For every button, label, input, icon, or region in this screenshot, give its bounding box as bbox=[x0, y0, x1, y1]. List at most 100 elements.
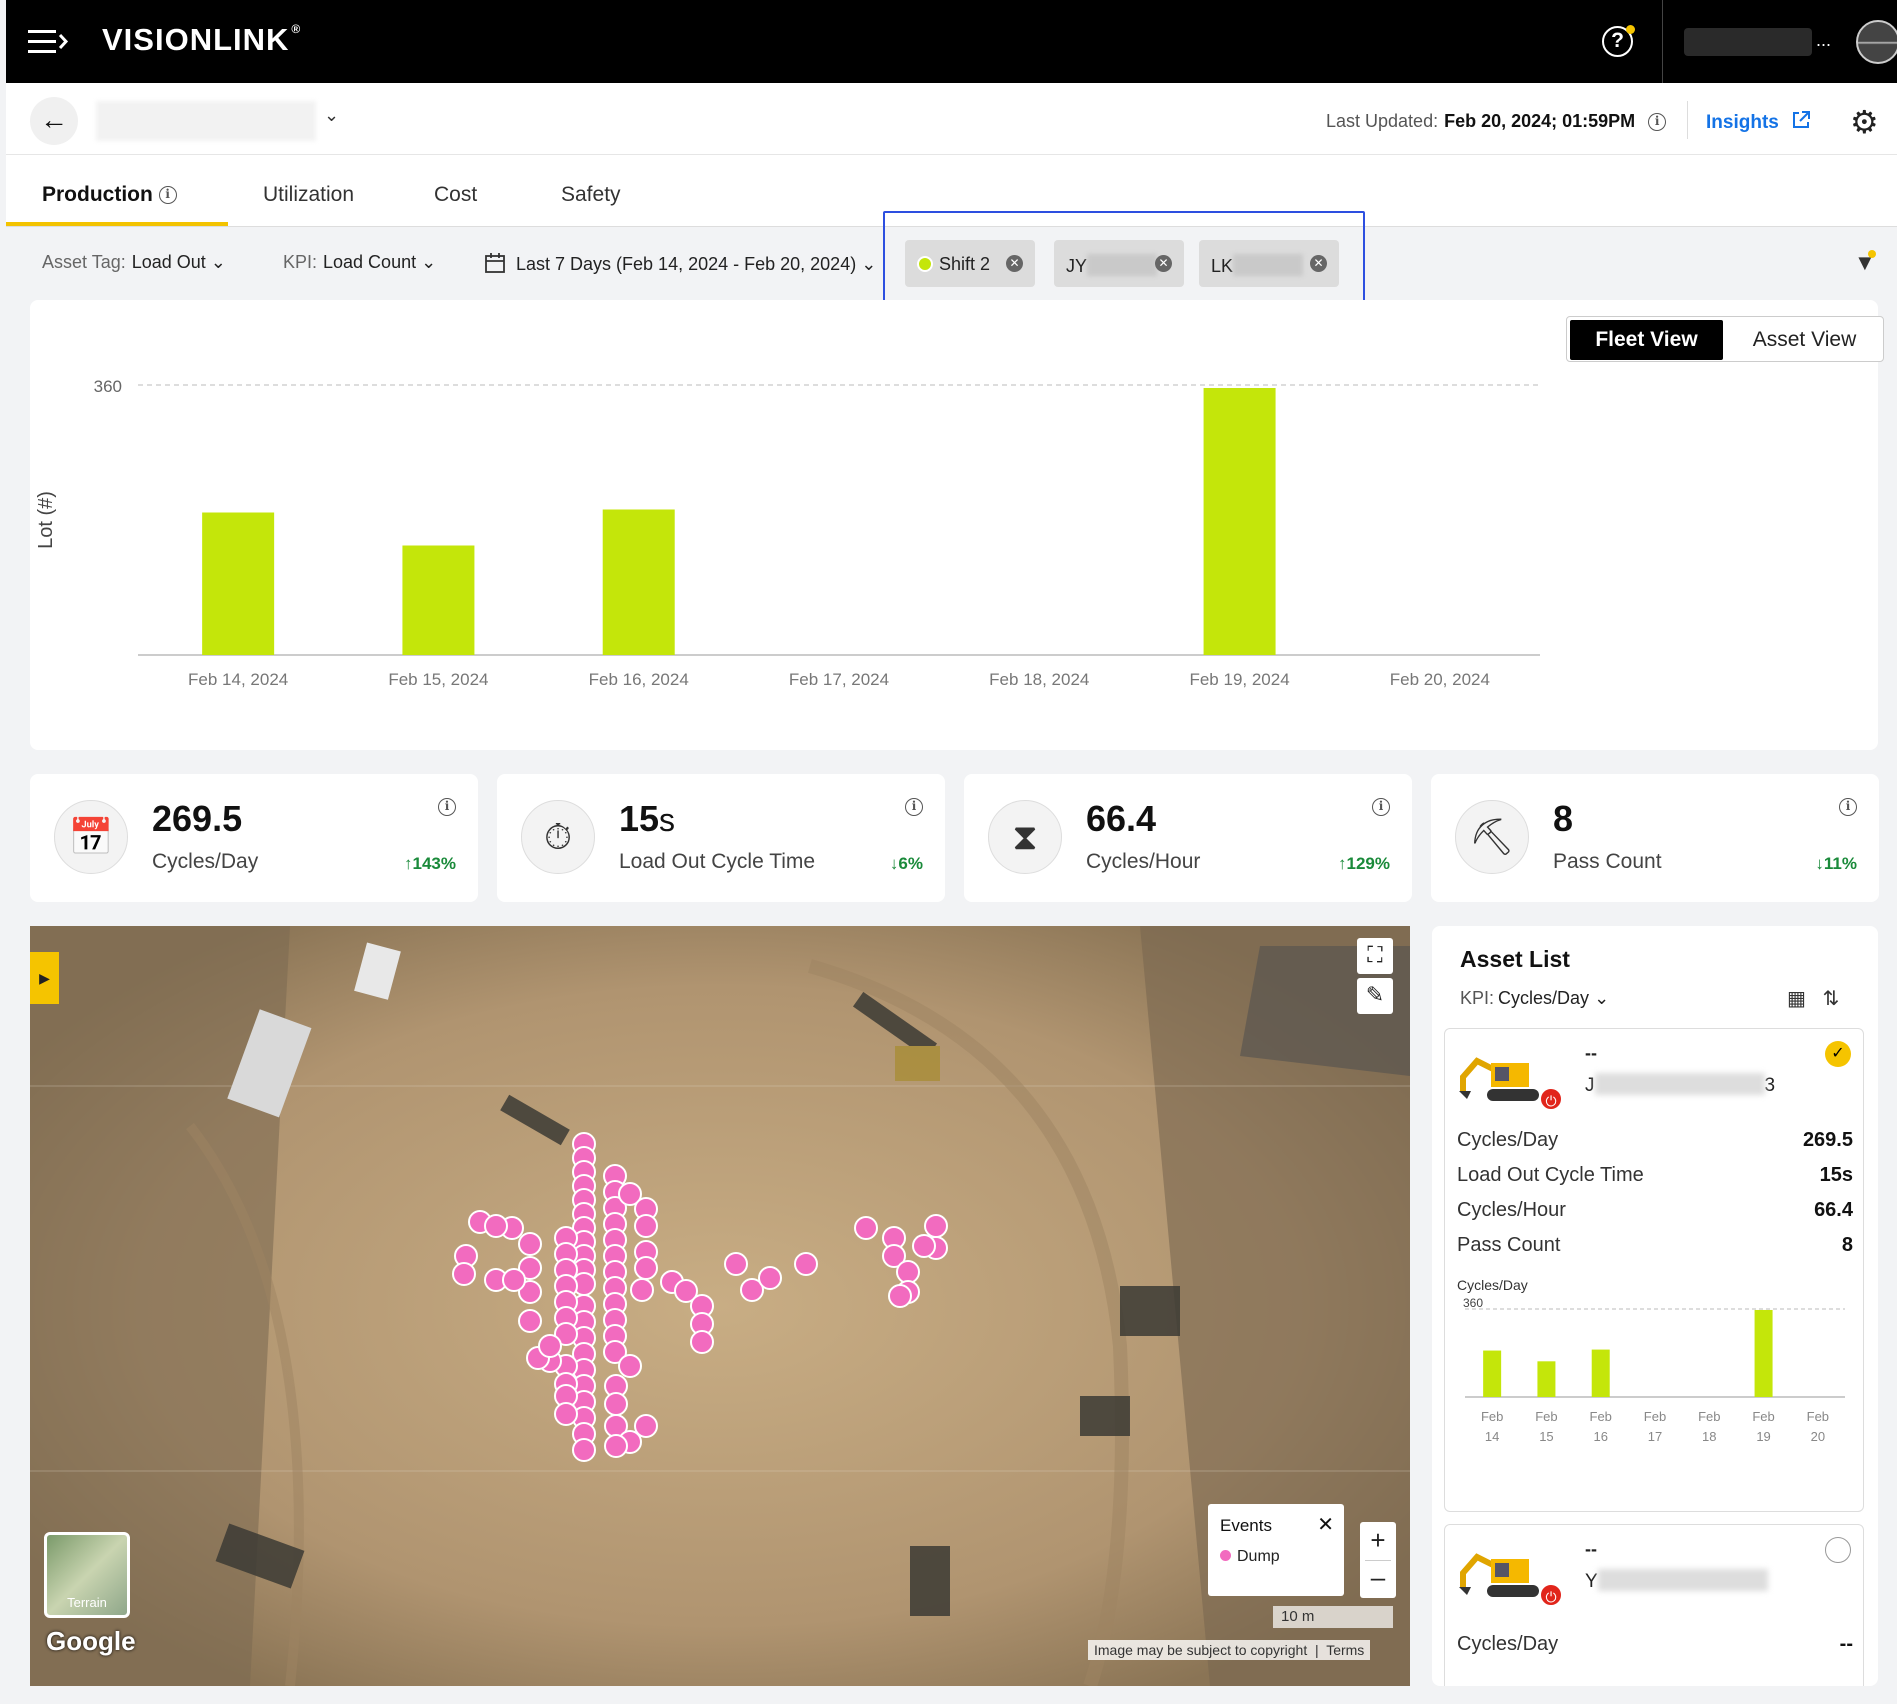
kpi-delta: ↓11% bbox=[1815, 854, 1857, 873]
bar[interactable] bbox=[1483, 1350, 1502, 1397]
bar[interactable] bbox=[602, 509, 675, 656]
close-icon[interactable]: ✕ bbox=[1317, 1512, 1334, 1537]
bar[interactable] bbox=[1203, 388, 1276, 655]
filter-chip-shift[interactable]: Shift 2 ✕ bbox=[905, 240, 1035, 287]
tab-safety[interactable]: Safety bbox=[561, 183, 621, 207]
date-range-filter[interactable]: Last 7 Days (Feb 14, 2024 - Feb 20, 2024… bbox=[484, 252, 876, 275]
kpi-card: ⛏ 8 Pass Count ↓11% i bbox=[1431, 774, 1879, 902]
dump-event-marker[interactable] bbox=[502, 1268, 526, 1292]
dump-event-marker[interactable] bbox=[724, 1252, 748, 1276]
x-tick-label: Feb 14, 2024 bbox=[188, 670, 288, 689]
tab-cost[interactable]: Cost bbox=[434, 183, 477, 207]
filter-chip-asset[interactable]: LK ✕ bbox=[1199, 240, 1339, 287]
info-icon[interactable]: i bbox=[158, 186, 177, 205]
dump-event-marker[interactable] bbox=[854, 1216, 878, 1240]
kpi-label: Load Out Cycle Time bbox=[619, 850, 816, 873]
bar[interactable] bbox=[1591, 1349, 1610, 1397]
dump-event-marker[interactable] bbox=[452, 1262, 476, 1286]
close-icon[interactable]: ✕ bbox=[1006, 255, 1023, 272]
shift-dot-icon bbox=[917, 256, 933, 272]
tab-utilization[interactable]: Utilization bbox=[263, 183, 354, 207]
dump-event-marker[interactable] bbox=[634, 1214, 658, 1238]
select-radio[interactable] bbox=[1825, 1537, 1851, 1563]
dump-event-marker[interactable] bbox=[604, 1434, 628, 1458]
measure-ruler-icon[interactable]: ✎ bbox=[1357, 978, 1393, 1014]
dump-event-marker[interactable] bbox=[912, 1234, 936, 1258]
calendar-cycle-icon: 📅 bbox=[54, 800, 128, 874]
info-icon[interactable]: i bbox=[438, 798, 456, 816]
dump-event-marker[interactable] bbox=[518, 1309, 542, 1333]
filter-chip-asset[interactable]: JY ✕ bbox=[1054, 240, 1184, 287]
help-icon[interactable]: ? bbox=[1602, 25, 1635, 57]
info-icon[interactable]: i bbox=[1372, 798, 1390, 816]
chevron-down-icon[interactable]: ⌄ bbox=[324, 105, 339, 126]
zoom-out-button[interactable]: – bbox=[1360, 1560, 1396, 1598]
dump-event-marker[interactable] bbox=[690, 1330, 714, 1354]
zoom-in-button[interactable]: + bbox=[1360, 1522, 1396, 1560]
dump-event-marker[interactable] bbox=[794, 1252, 818, 1276]
asset-kpi-dropdown[interactable]: KPI: Cycles/Day ⌄ bbox=[1460, 988, 1609, 1009]
dump-event-marker[interactable] bbox=[518, 1232, 542, 1256]
terms-link[interactable]: Terms bbox=[1326, 1642, 1364, 1658]
close-icon[interactable]: ✕ bbox=[1155, 255, 1172, 272]
site-map[interactable]: ▶ ⛶ ✎ Events ✕ Dump + – Terrain Google 1… bbox=[30, 926, 1410, 1686]
events-title: Events bbox=[1220, 1516, 1272, 1535]
dump-event-marker[interactable] bbox=[604, 1392, 628, 1416]
info-icon[interactable]: i bbox=[1839, 798, 1857, 816]
site-name-redacted[interactable] bbox=[96, 101, 316, 141]
redacted bbox=[1597, 1569, 1768, 1591]
dump-event-marker[interactable] bbox=[888, 1284, 912, 1308]
sort-icon[interactable]: ⇅ bbox=[1823, 988, 1840, 1010]
bar[interactable] bbox=[1754, 1309, 1773, 1397]
y-tick-label: 360 bbox=[1463, 1296, 1483, 1310]
dump-event-marker[interactable] bbox=[572, 1438, 596, 1462]
dump-event-marker[interactable] bbox=[618, 1354, 642, 1378]
fullscreen-icon[interactable]: ⛶ bbox=[1357, 938, 1393, 974]
x-tick-label: 15 bbox=[1539, 1429, 1553, 1444]
events-legend-item[interactable]: Dump bbox=[1220, 1548, 1280, 1566]
info-icon[interactable]: i bbox=[905, 798, 923, 816]
dump-event-marker[interactable] bbox=[758, 1266, 782, 1290]
production-chart-card: Fleet View Asset View Lot (#) 360 Feb 14, … bbox=[30, 300, 1884, 750]
dump-event-marker[interactable] bbox=[538, 1334, 562, 1358]
bar[interactable] bbox=[402, 545, 475, 656]
terrain-toggle[interactable]: Terrain bbox=[44, 1532, 130, 1618]
excavator-icon bbox=[1459, 1553, 1539, 1597]
kpi-card: ⏱ 15s Load Out Cycle Time ↓6% i bbox=[497, 774, 945, 902]
gear-icon[interactable]: ⚙ bbox=[1850, 103, 1879, 141]
dump-event-marker[interactable] bbox=[630, 1278, 654, 1302]
asset-list-panel: Asset List KPI: Cycles/Day ⌄ ▦ ⇅ ⏻ -- J3 … bbox=[1432, 926, 1878, 1686]
asset-tag-filter[interactable]: Asset Tag: Load Out ⌄ bbox=[42, 252, 226, 273]
menu-icon[interactable] bbox=[28, 26, 74, 58]
dump-event-marker[interactable] bbox=[634, 1414, 658, 1438]
back-arrow-icon[interactable]: ← bbox=[30, 97, 78, 145]
dump-event-marker[interactable] bbox=[484, 1214, 508, 1238]
dump-event-marker[interactable] bbox=[634, 1256, 658, 1280]
checkmark-icon[interactable]: ✓ bbox=[1825, 1041, 1851, 1067]
asset-card[interactable]: ⏻ -- J3 ✓ Cycles/Day 269.5 Load Out Cycle… bbox=[1444, 1028, 1864, 1512]
user-more[interactable]: ... bbox=[1816, 30, 1831, 51]
tab-production[interactable]: Production i bbox=[42, 183, 177, 207]
hourglass-cycle-icon: ⧗ bbox=[988, 800, 1062, 874]
user-name-redacted[interactable] bbox=[1684, 28, 1812, 56]
info-icon[interactable]: i bbox=[1648, 113, 1667, 132]
asset-card[interactable]: ⏻ -- Y Cycles/Day -- bbox=[1444, 1524, 1864, 1686]
bar[interactable] bbox=[1537, 1361, 1556, 1397]
app-logo[interactable]: VISIONLINK ® bbox=[102, 22, 301, 58]
panel-expand-icon[interactable]: ▶ bbox=[30, 952, 59, 1004]
kpi-value: 66.4 bbox=[1086, 798, 1157, 839]
close-icon[interactable]: ✕ bbox=[1310, 255, 1327, 272]
insights-link[interactable]: Insights bbox=[1706, 109, 1812, 134]
power-off-icon: ⏻ bbox=[1539, 1087, 1563, 1111]
bar[interactable] bbox=[202, 512, 275, 656]
asset-list-tools: ▦ ⇅ bbox=[1787, 986, 1839, 1011]
dump-event-marker[interactable] bbox=[554, 1402, 578, 1426]
google-logo: Google bbox=[46, 1626, 136, 1656]
calendar-icon bbox=[485, 253, 505, 273]
calculator-icon[interactable]: ▦ bbox=[1787, 988, 1806, 1010]
x-tick-label: Feb 20, 2024 bbox=[1390, 670, 1490, 689]
kpi-filter[interactable]: KPI: Load Count ⌄ bbox=[283, 252, 436, 273]
avatar[interactable] bbox=[1856, 20, 1897, 64]
dump-event-marker[interactable] bbox=[896, 1260, 920, 1284]
dump-event-marker[interactable] bbox=[924, 1214, 948, 1238]
